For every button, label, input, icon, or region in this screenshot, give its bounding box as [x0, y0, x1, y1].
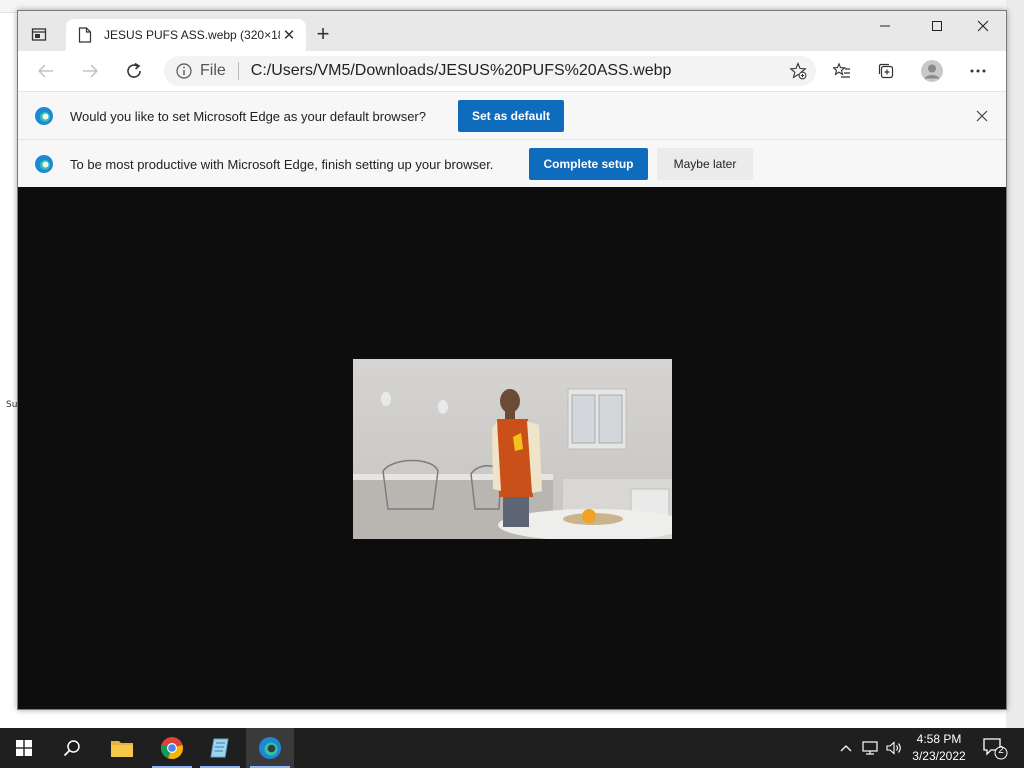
- maximize-icon[interactable]: [914, 11, 960, 41]
- address-bar[interactable]: File C:/Users/VM5/Downloads/JESUS%20PUFS…: [164, 56, 816, 86]
- volume-icon[interactable]: [886, 740, 902, 756]
- edge-icon[interactable]: [246, 728, 294, 768]
- file-explorer-icon[interactable]: [98, 728, 146, 768]
- complete-setup-button[interactable]: Complete setup: [529, 148, 648, 180]
- webp-image[interactable]: [353, 359, 672, 539]
- search-icon[interactable]: [48, 728, 96, 768]
- desktop-right-strip: [1006, 0, 1024, 728]
- new-tab-button[interactable]: +: [312, 21, 334, 46]
- collections-icon[interactable]: [874, 59, 898, 83]
- network-icon[interactable]: [862, 740, 878, 756]
- browser-toolbar: File C:/Users/VM5/Downloads/JESUS%20PUFS…: [18, 51, 1006, 91]
- start-icon[interactable]: [0, 728, 48, 768]
- back-arrow-icon[interactable]: [34, 59, 58, 83]
- infobar-message: To be most productive with Microsoft Edg…: [70, 156, 494, 172]
- taskbar: 4:58 PM 3/23/2022 2: [0, 728, 1024, 768]
- notifications-icon[interactable]: 2: [980, 734, 1010, 762]
- clock-time: 4:58 PM: [916, 732, 962, 746]
- forward-arrow-icon[interactable]: [78, 59, 102, 83]
- clock-date: 3/23/2022: [912, 749, 966, 763]
- file-icon: [78, 27, 94, 43]
- chrome-icon[interactable]: [148, 728, 196, 768]
- more-menu-icon[interactable]: [966, 59, 990, 83]
- tab-actions-icon[interactable]: [28, 23, 50, 45]
- address-scheme-label: File: [200, 62, 239, 80]
- refresh-icon[interactable]: [122, 59, 146, 83]
- default-browser-infobar: Would you like to set Microsoft Edge as …: [18, 91, 1006, 140]
- minimize-icon[interactable]: [862, 11, 908, 41]
- edge-logo-icon: [35, 107, 53, 125]
- edge-window: JESUS PUFS ASS.webp (320×180) ✕ + File C…: [17, 10, 1007, 710]
- tab-strip: JESUS PUFS ASS.webp (320×180) ✕ +: [18, 11, 1006, 51]
- infobar-close-icon[interactable]: [974, 108, 990, 124]
- set-as-default-button[interactable]: Set as default: [458, 100, 564, 132]
- address-url[interactable]: C:/Users/VM5/Downloads/JESUS%20PUFS%20AS…: [251, 62, 672, 80]
- notification-count: 2: [998, 745, 1004, 756]
- favorites-icon[interactable]: [830, 59, 854, 83]
- infobar-message: Would you like to set Microsoft Edge as …: [70, 108, 426, 124]
- tab-close-icon[interactable]: ✕: [280, 26, 298, 44]
- notepad-icon[interactable]: [196, 728, 244, 768]
- setup-infobar: To be most productive with Microsoft Edg…: [18, 139, 1006, 188]
- close-window-icon[interactable]: [960, 11, 1006, 41]
- info-icon[interactable]: [176, 63, 192, 79]
- image-viewer: [18, 187, 1006, 709]
- profile-avatar-icon[interactable]: [920, 59, 944, 83]
- tab-title: JESUS PUFS ASS.webp (320×180): [104, 28, 280, 42]
- active-tab[interactable]: JESUS PUFS ASS.webp (320×180) ✕: [66, 19, 306, 51]
- chevron-up-icon[interactable]: [838, 740, 854, 756]
- system-clock[interactable]: 4:58 PM 3/23/2022: [905, 731, 973, 765]
- edge-logo-icon: [35, 155, 53, 173]
- add-favorite-icon[interactable]: [788, 61, 808, 81]
- maybe-later-button[interactable]: Maybe later: [657, 148, 753, 180]
- desktop-partial-label: Su: [6, 400, 18, 410]
